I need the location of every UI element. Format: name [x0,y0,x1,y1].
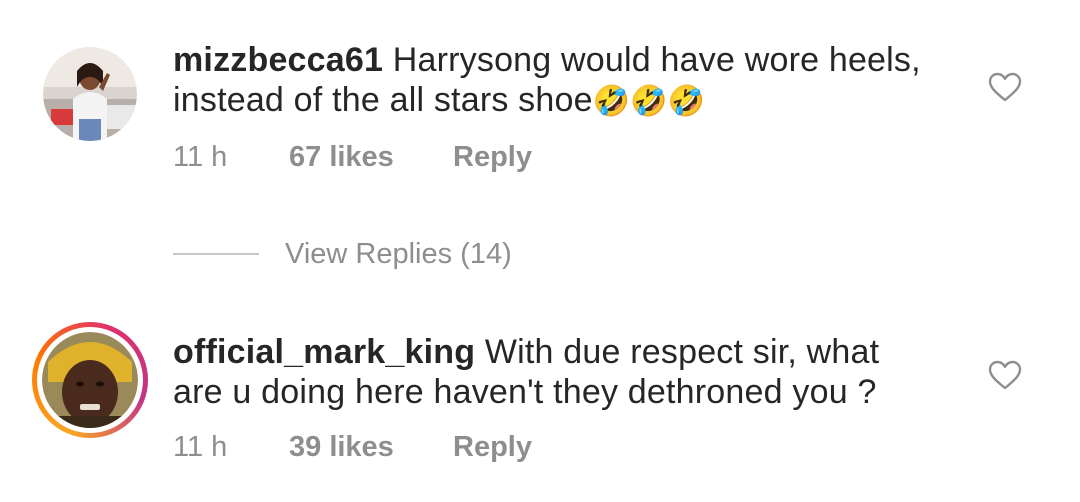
comment-username[interactable]: mizzbecca61 [173,41,383,79]
view-replies-label[interactable]: View Replies (14) [285,238,512,271]
heart-outline-icon[interactable] [988,360,1022,390]
view-replies-divider [173,253,259,255]
comment-body: official_mark_king With due respect sir,… [173,332,933,467]
avatar-photo [42,332,138,428]
comment-timestamp: 11 h [173,141,228,173]
comment-body: mizzbecca61 Harrysong would have wore he… [173,40,933,177]
comment-text: official_mark_king With due respect sir,… [173,332,933,412]
heart-outline-icon[interactable] [988,72,1022,102]
reply-button[interactable]: Reply [453,427,532,467]
avatar-photo [43,47,137,141]
comment-timestamp: 11 h [173,431,228,463]
comment-likes-count[interactable]: 67 likes [289,137,453,177]
comment-meta: 11 h 39 likes Reply [173,427,933,467]
avatar-mizzbecca61[interactable] [40,44,140,144]
avatar-official-mark-king[interactable] [32,322,148,438]
comment-text: mizzbecca61 Harrysong would have wore he… [173,40,933,122]
comment-likes-count[interactable]: 39 likes [289,427,453,467]
comment-emojis: 🤣🤣🤣 [592,84,706,119]
comment-username[interactable]: official_mark_king [173,333,475,371]
view-replies-toggle[interactable]: View Replies (14) [173,232,512,276]
comment-meta: 11 h 67 likes Reply [173,137,933,177]
reply-button[interactable]: Reply [453,137,532,177]
